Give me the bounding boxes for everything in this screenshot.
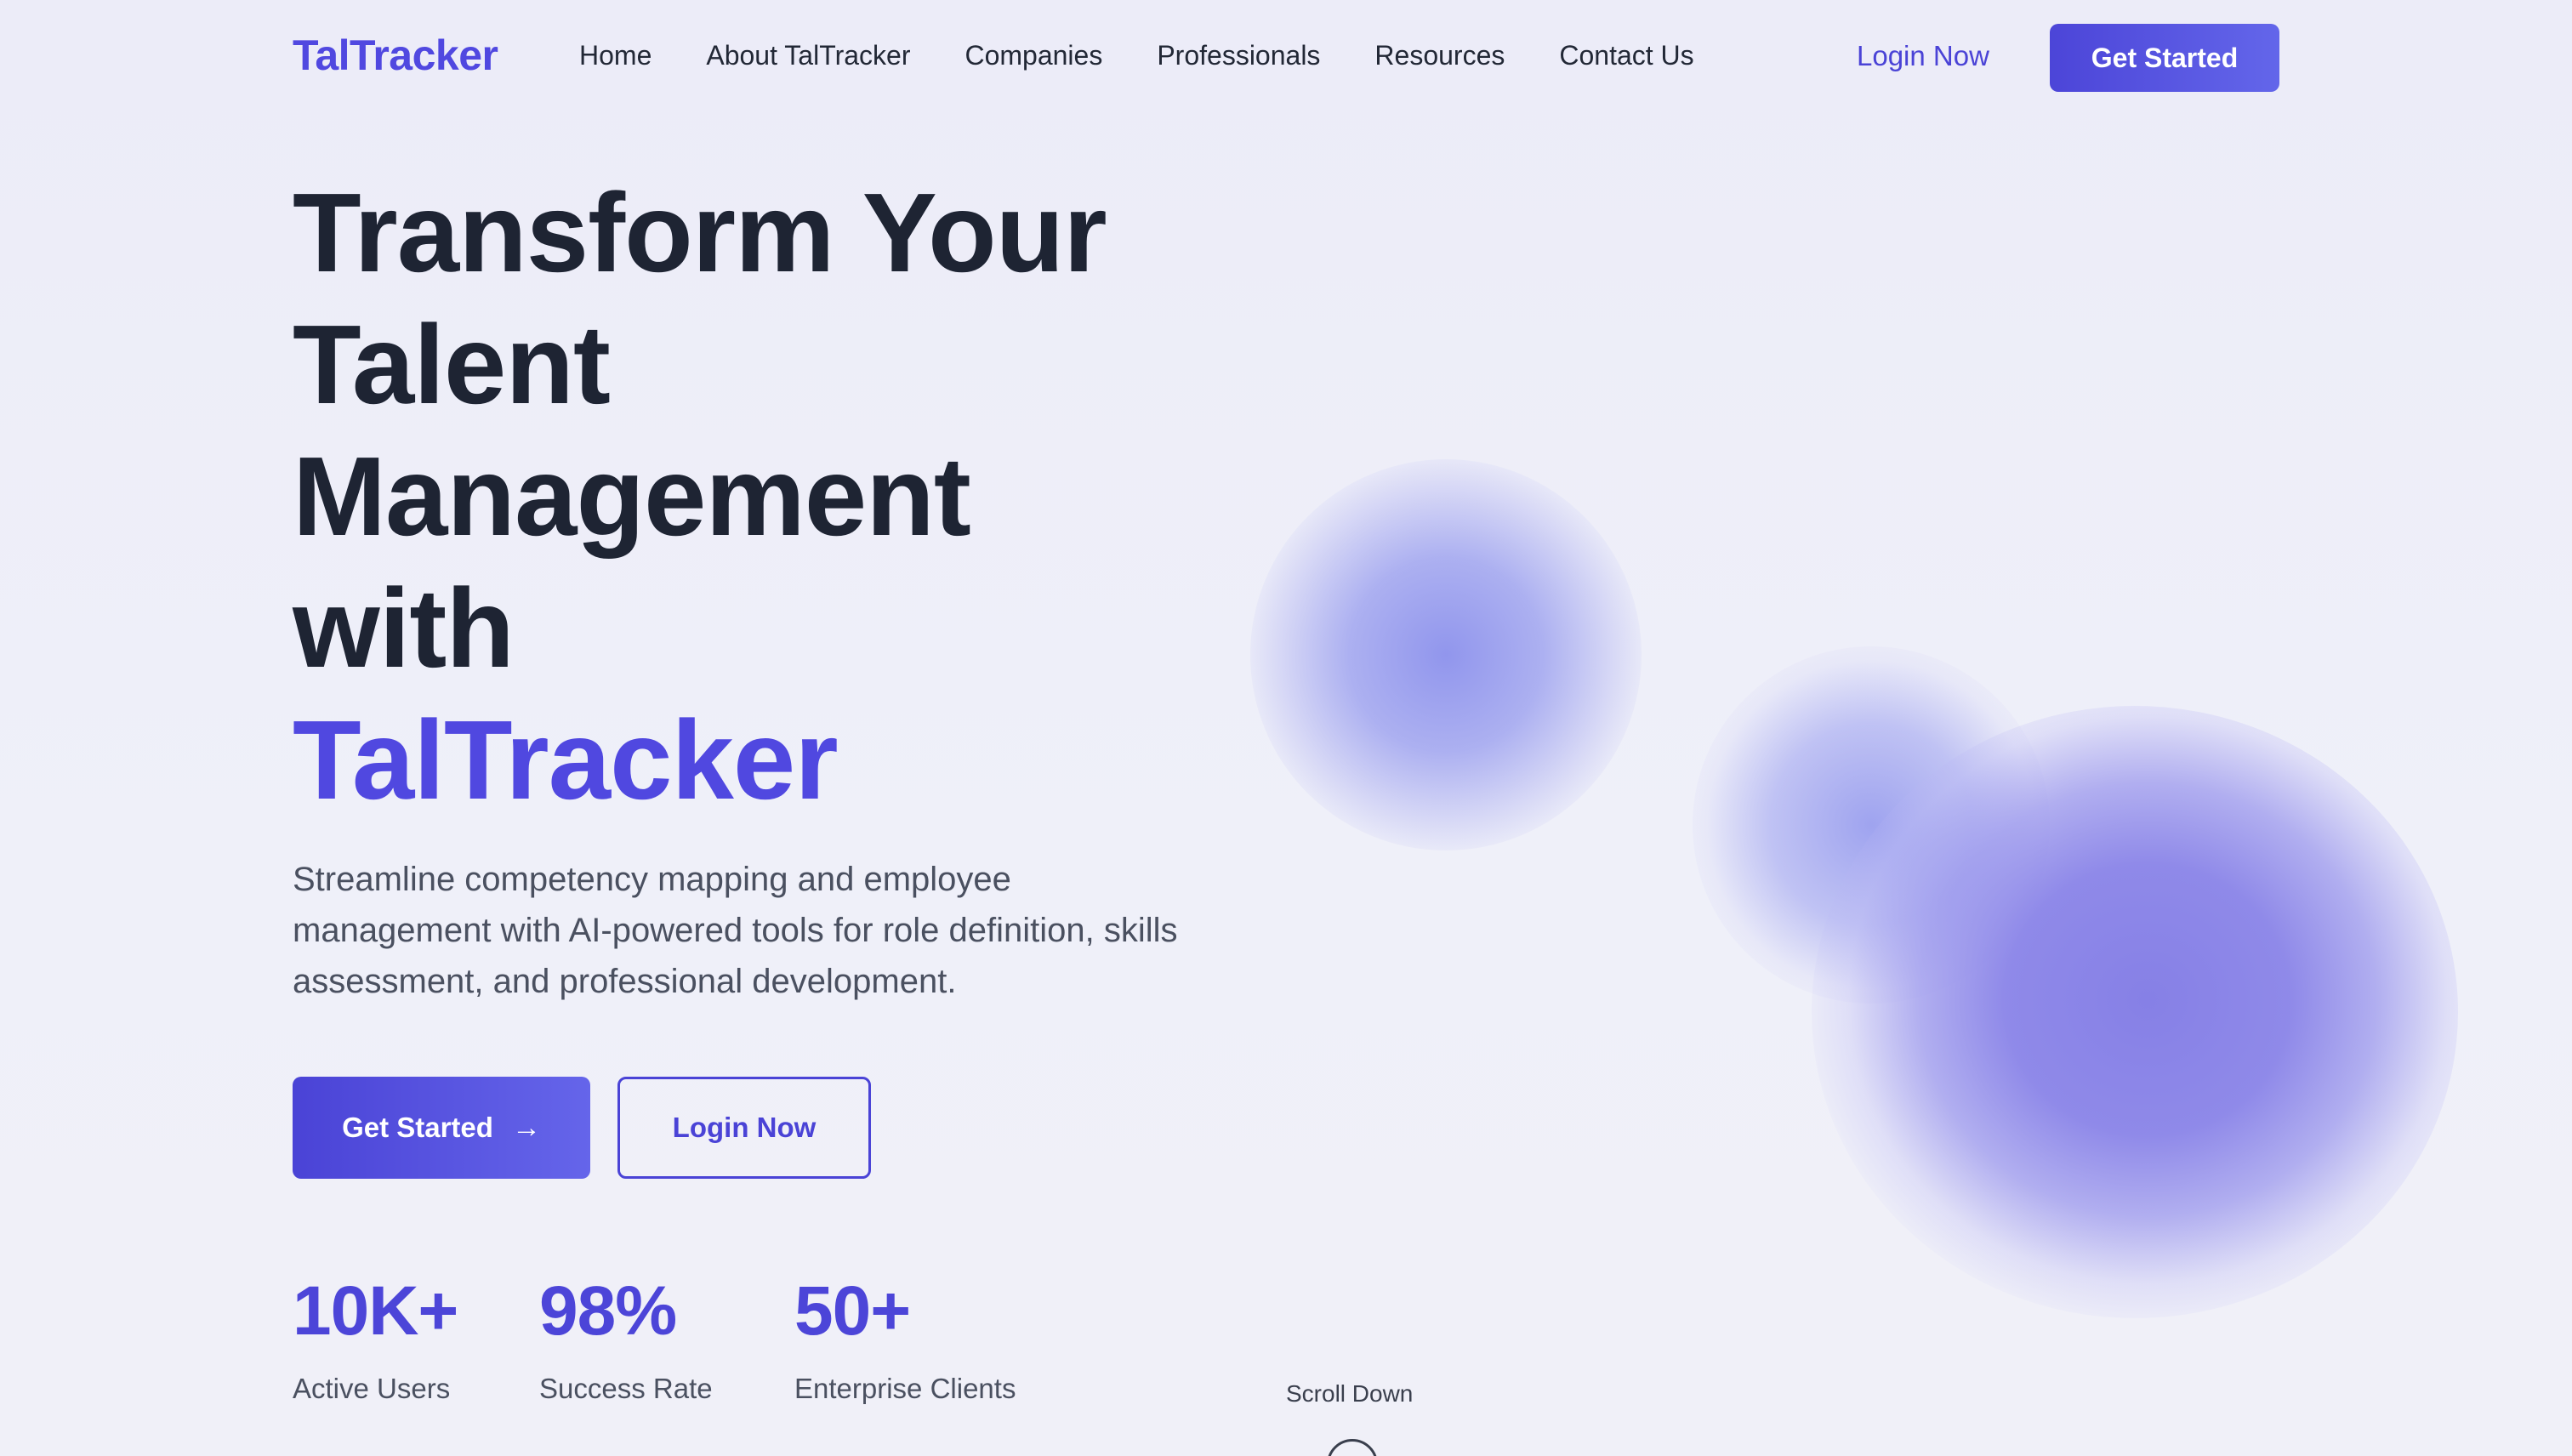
stat-success-rate: 98% Success Rate [539, 1269, 713, 1405]
hero-get-started-button[interactable]: Get Started → [293, 1077, 590, 1179]
arrow-right-icon: → [511, 1112, 541, 1144]
nav-menu: Home About TalTracker Companies Professi… [579, 40, 1749, 71]
nav-item-about[interactable]: About TalTracker [706, 40, 910, 71]
stat-value: 98% [539, 1272, 677, 1350]
headline-line: Management [293, 434, 971, 559]
hero-headline: Transform Your Talent Management with Ta… [293, 167, 1107, 826]
hero-subtitle: Streamline competency mapping and employ… [293, 861, 1178, 1000]
scroll-down-icon[interactable] [1327, 1439, 1378, 1456]
stat-value: 50+ [794, 1272, 911, 1350]
nav-item-home[interactable]: Home [579, 40, 652, 71]
headline-line: Talent [293, 302, 611, 427]
nav-item-companies[interactable]: Companies [964, 40, 1102, 71]
nav-item-contact[interactable]: Contact Us [1559, 40, 1693, 71]
stat-enterprise-clients: 50+ Enterprise Clients [794, 1269, 1016, 1405]
logo[interactable]: TalTracker [293, 31, 498, 80]
stat-label: Success Rate [539, 1373, 713, 1404]
headline-line: with [293, 566, 515, 691]
scroll-down-label: Scroll Down [1286, 1380, 1414, 1407]
stat-label: Active Users [293, 1373, 451, 1404]
stat-label: Enterprise Clients [794, 1373, 1016, 1404]
landing-page: TalTracker Home About TalTracker Compani… [0, 0, 2572, 1456]
get-started-button[interactable]: Get Started [2050, 24, 2279, 92]
nav-item-resources[interactable]: Resources [1374, 40, 1505, 71]
headline-line: Transform Your [293, 170, 1107, 295]
stat-active-users: 10K+ Active Users [293, 1269, 458, 1405]
headline-brand: TalTracker [293, 697, 839, 822]
hero-login-button[interactable]: Login Now [617, 1077, 871, 1179]
button-label: Get Started [342, 1112, 493, 1143]
decorative-blob [1250, 459, 1642, 850]
stat-value: 10K+ [293, 1272, 458, 1350]
nav-item-professionals[interactable]: Professionals [1157, 40, 1320, 71]
login-link[interactable]: Login Now [1857, 40, 1989, 72]
top-navigation: TalTracker Home About TalTracker Compani… [0, 0, 2572, 116]
decorative-blob [1812, 706, 2458, 1318]
